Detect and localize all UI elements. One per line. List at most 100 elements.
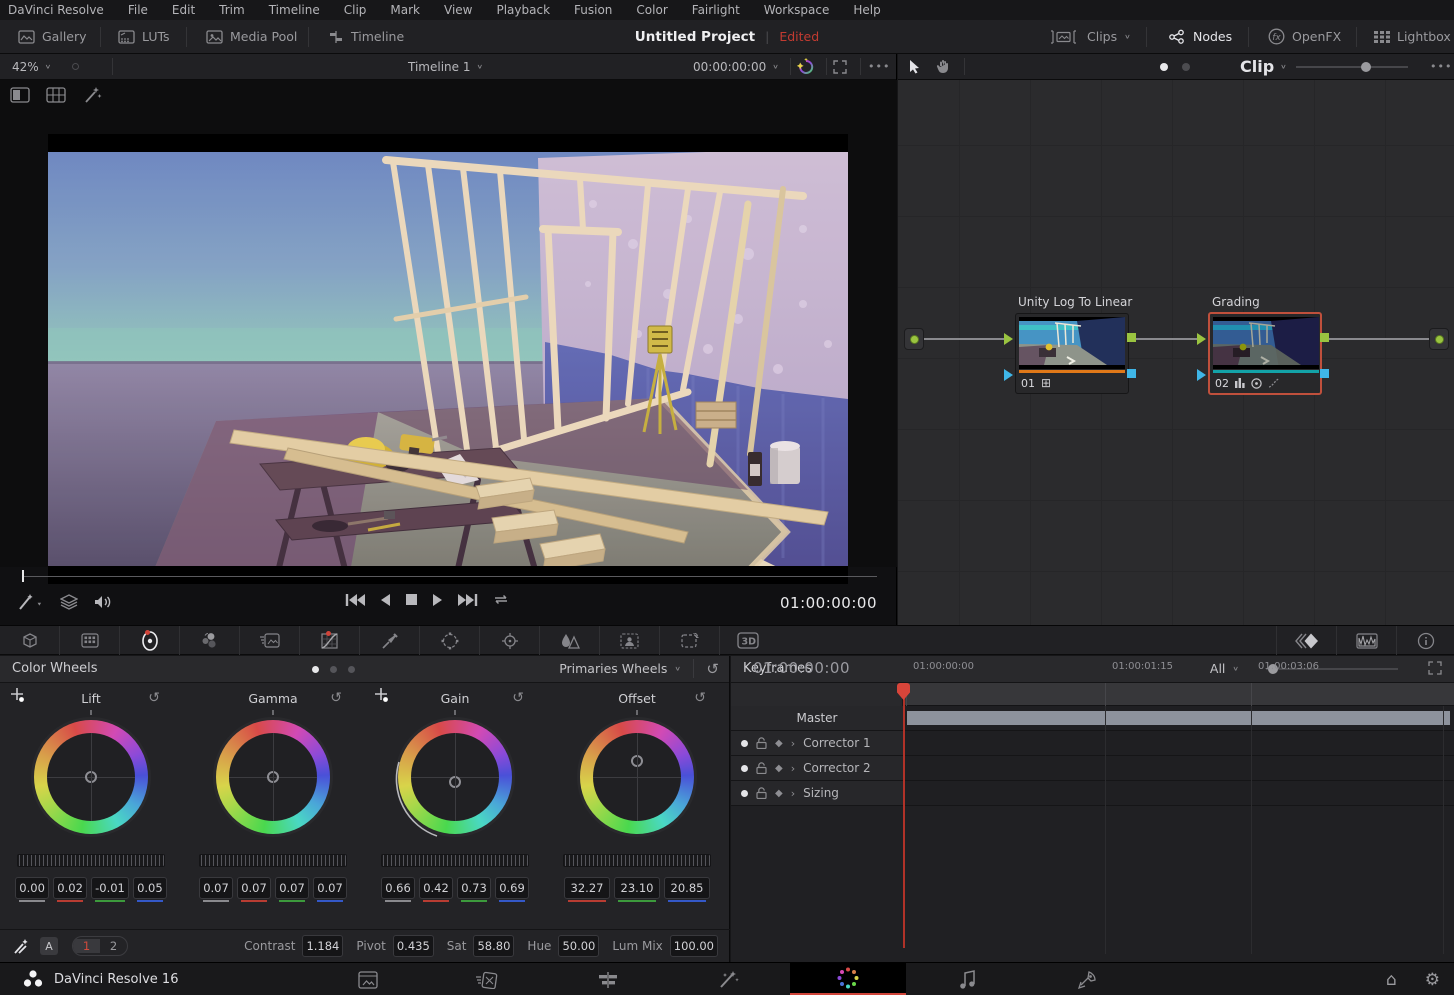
keyframe-diamond-icon[interactable]: ◆ [775,763,783,774]
scrubber-playhead[interactable] [22,570,24,582]
track-expand-icon[interactable]: › [791,737,795,750]
pointer-tool-icon[interactable] [908,54,921,79]
power-window-palette[interactable] [420,626,480,655]
lift-b-value[interactable]: 0.05 [133,877,167,899]
blur-palette[interactable] [540,626,600,655]
offset-master-slider[interactable] [563,854,711,867]
menu-trim[interactable]: Trim [219,3,245,17]
page-tab-2[interactable]: 2 [100,939,127,953]
node-options-menu[interactable]: ••• [1430,54,1452,79]
gamma-master-slider[interactable] [199,854,347,867]
lum-mix-value[interactable]: 100.00 [670,935,718,957]
node-mode-select[interactable]: Clip∨ [1240,54,1287,79]
menu-fusion[interactable]: Fusion [574,3,612,17]
corrector-node-2-selected[interactable]: Grading 02 [1208,312,1322,395]
node-graph[interactable]: Unity Log To Linear 01 ⊞ Grading [898,80,1454,625]
motion-effects-palette[interactable] [240,626,300,655]
menu-fairlight[interactable]: Fairlight [692,3,740,17]
clips-button[interactable]: Clips∨ [1040,20,1141,53]
reset-all-icon[interactable]: ↺ [693,659,719,678]
offset-reset-icon[interactable]: ↺ [694,690,706,706]
gain-r-value[interactable]: 0.42 [419,877,453,899]
deliver-page-button[interactable] [1057,963,1117,995]
scopes-toggle[interactable] [1336,626,1396,655]
nodes-button[interactable]: Nodes [1158,20,1242,53]
gamma-g-value[interactable]: 0.07 [275,877,309,899]
rgb-output-port[interactable] [1127,333,1136,342]
edit-page-button[interactable] [578,963,638,995]
gamma-reset-icon[interactable]: ↺ [330,690,342,706]
track-master[interactable]: Master [731,706,1454,731]
keyframe-diamond-icon[interactable]: ◆ [775,738,783,749]
keyframes-playhead-line[interactable] [903,683,905,948]
color-wheels-palette-active[interactable] [120,626,180,655]
node-nav-dots[interactable] [1160,54,1168,79]
viewer-zoom-select[interactable]: 42%∨ [12,54,51,79]
audio-mute-icon[interactable] [94,594,114,610]
fairlight-page-button[interactable] [938,963,998,995]
wheels-page-dots[interactable] [312,666,355,673]
key-input-port[interactable] [1197,369,1206,381]
lift-g-value[interactable]: -0.01 [91,877,129,899]
key-output-port[interactable] [1320,369,1329,378]
track-expand-icon[interactable]: › [791,787,795,800]
menu-timeline[interactable]: Timeline [269,3,320,17]
qualifier-palette[interactable] [360,626,420,655]
fusion-page-button[interactable] [698,963,758,995]
wheels-mode-select[interactable]: Primaries Wheels∨ [559,661,681,676]
hue-value[interactable]: 50.00 [558,935,599,957]
gamma-wheel[interactable] [213,717,333,837]
rgb-input-port[interactable] [1004,333,1013,345]
saturation-value[interactable]: 58.80 [473,935,514,957]
menu-clip[interactable]: Clip [344,3,367,17]
lift-y-value[interactable]: 0.00 [15,877,49,899]
project-manager-home-icon[interactable]: ⌂ [1386,970,1397,990]
menu-workspace[interactable]: Workspace [764,3,830,17]
menu-view[interactable]: View [444,3,472,17]
gain-reset-icon[interactable]: ↺ [512,690,524,706]
grid-view-icon[interactable] [46,86,66,104]
track-enable-icon[interactable] [741,790,748,797]
enhance-wand-icon[interactable] [82,86,102,104]
offset-r-value[interactable]: 32.27 [564,877,610,899]
track-lock-icon[interactable] [756,787,767,799]
track-corrector-2[interactable]: ◆ › Corrector 2 [731,756,1454,781]
menu-playback[interactable]: Playback [496,3,550,17]
go-to-start-button[interactable] [345,593,365,607]
expand-keyframes-icon[interactable] [1428,661,1442,675]
loop-button[interactable] [492,592,510,607]
layers-icon[interactable] [60,594,78,610]
cut-page-button[interactable] [457,963,517,995]
gamma-y-value[interactable]: 0.07 [199,877,233,899]
menu-mark[interactable]: Mark [390,3,420,17]
menu-help[interactable]: Help [853,3,880,17]
lift-master-slider[interactable] [17,854,165,867]
auto-wand-icon[interactable] [12,938,30,955]
lift-reset-icon[interactable]: ↺ [148,690,160,706]
color-page-button-active[interactable] [790,963,906,995]
gamma-r-value[interactable]: 0.07 [237,877,271,899]
gain-wheel[interactable] [395,717,515,837]
key-input-port[interactable] [1004,369,1013,381]
step-back-button[interactable] [379,593,391,607]
contrast-value[interactable]: 1.184 [302,935,343,957]
offset-wheel[interactable] [577,717,697,837]
project-settings-gear-icon[interactable]: ⚙ [1425,970,1440,990]
keyframes-toggle[interactable] [1276,626,1336,655]
keyframes-filter-select[interactable]: All∨ [1210,661,1239,676]
track-corrector-1[interactable]: ◆ › Corrector 1 [731,731,1454,756]
track-enable-icon[interactable] [741,765,748,772]
tracker-palette[interactable] [480,626,540,655]
color-match-palette[interactable] [60,626,120,655]
viewer-scrubber[interactable] [0,567,897,585]
viewer-options-menu[interactable]: ••• [868,54,890,79]
gain-g-value[interactable]: 0.73 [457,877,491,899]
page-tab-1[interactable]: 1 [73,939,100,953]
rgb-mixer-palette[interactable] [180,626,240,655]
resolve-fx-icon[interactable] [796,54,816,79]
lift-wheel[interactable] [31,717,151,837]
curves-palette[interactable] [300,626,360,655]
track-sizing[interactable]: ◆ › Sizing [731,781,1454,806]
gain-master-slider[interactable] [381,854,529,867]
lightbox-button[interactable]: Lightbox [1364,20,1454,53]
